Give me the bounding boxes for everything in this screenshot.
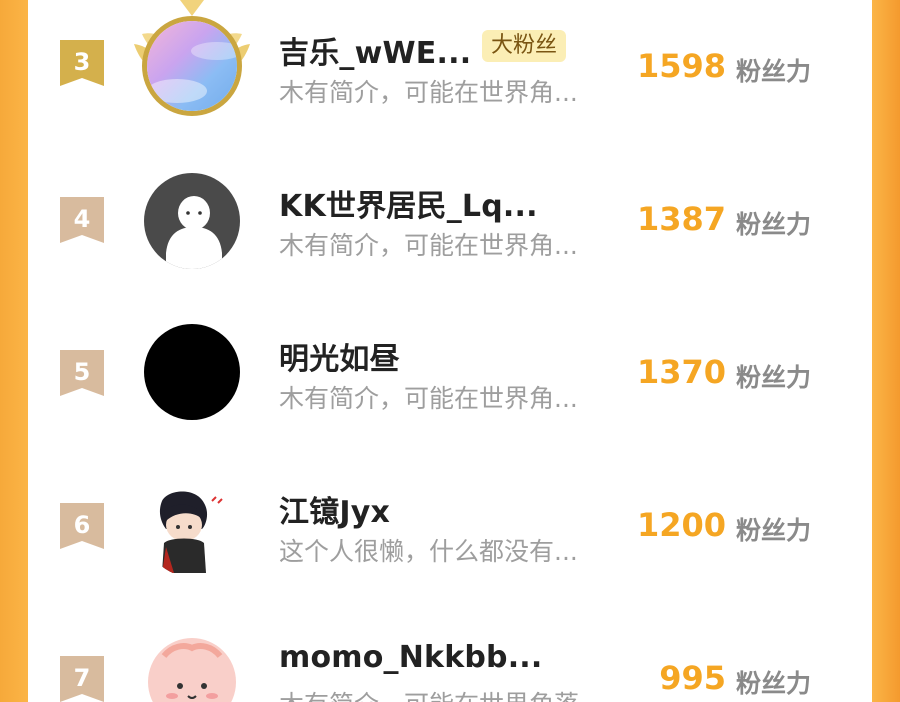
user-bio: 木有简介，可能在世界角...	[279, 78, 578, 107]
fan-power-score: 1370	[636, 353, 726, 391]
rank-badge: 5	[60, 350, 104, 402]
rank-badge: 3	[60, 40, 104, 92]
pink-blob-avatar[interactable]	[144, 630, 240, 702]
user-name[interactable]: momo_Nkkbb...	[279, 640, 543, 675]
rank-badge: 6	[60, 503, 104, 555]
ranking-panel: 3 吉乐_wWE... 大粉丝 木有简介，可能在世界角... 1598 粉丝力 …	[28, 0, 872, 702]
list-item[interactable]: 6 江镱Jyx 这个人很懒，什么都没有... 1200 粉丝力	[28, 459, 872, 612]
user-bio: 这个人很懒，什么都没有...	[279, 537, 578, 566]
fan-power-unit: 粉丝力	[736, 57, 812, 86]
fan-power-score: 995	[659, 659, 726, 697]
fan-power-unit: 粉丝力	[736, 363, 812, 392]
fan-power-unit: 粉丝力	[736, 210, 812, 239]
user-bio: 木有简介，可能在世界角落	[279, 685, 579, 702]
list-item[interactable]: 5 明光如昼 木有简介，可能在世界角... 1370 粉丝力	[28, 306, 872, 459]
fan-power-score: 1387	[636, 200, 726, 238]
fan-power-unit: 粉丝力	[736, 669, 812, 698]
anime-boy-avatar[interactable]	[144, 481, 240, 577]
user-name[interactable]: 吉乐_wWE...	[279, 28, 471, 72]
user-bio: 木有简介，可能在世界角...	[279, 231, 578, 260]
default-ghost-avatar[interactable]	[144, 173, 240, 269]
user-bio: 木有简介，可能在世界角...	[279, 384, 578, 413]
user-name[interactable]: KK世界居民_Lq...	[279, 181, 538, 225]
fan-power-score: 1200	[636, 506, 726, 544]
sky-gradient-avatar[interactable]	[142, 16, 242, 116]
fan-power-score: 1598	[636, 47, 726, 85]
list-item[interactable]: 4 KK世界居民_Lq... 木有简介，可能在世界角... 1387 粉丝力	[28, 153, 872, 306]
list-item[interactable]: 7 momo_Nkkbb... 木有简介，可能在世界角落 995 粉丝力	[28, 612, 872, 702]
fan-power-unit: 粉丝力	[736, 516, 812, 545]
rank-badge: 7	[60, 656, 104, 702]
black-circle-avatar[interactable]	[144, 324, 240, 420]
user-name[interactable]: 江镱Jyx	[279, 487, 390, 531]
fan-level-badge: 大粉丝	[482, 30, 567, 62]
rank-badge: 4	[60, 197, 104, 249]
user-name[interactable]: 明光如昼	[279, 334, 400, 378]
list-item[interactable]: 3 吉乐_wWE... 大粉丝 木有简介，可能在世界角... 1598 粉丝力	[28, 0, 872, 153]
